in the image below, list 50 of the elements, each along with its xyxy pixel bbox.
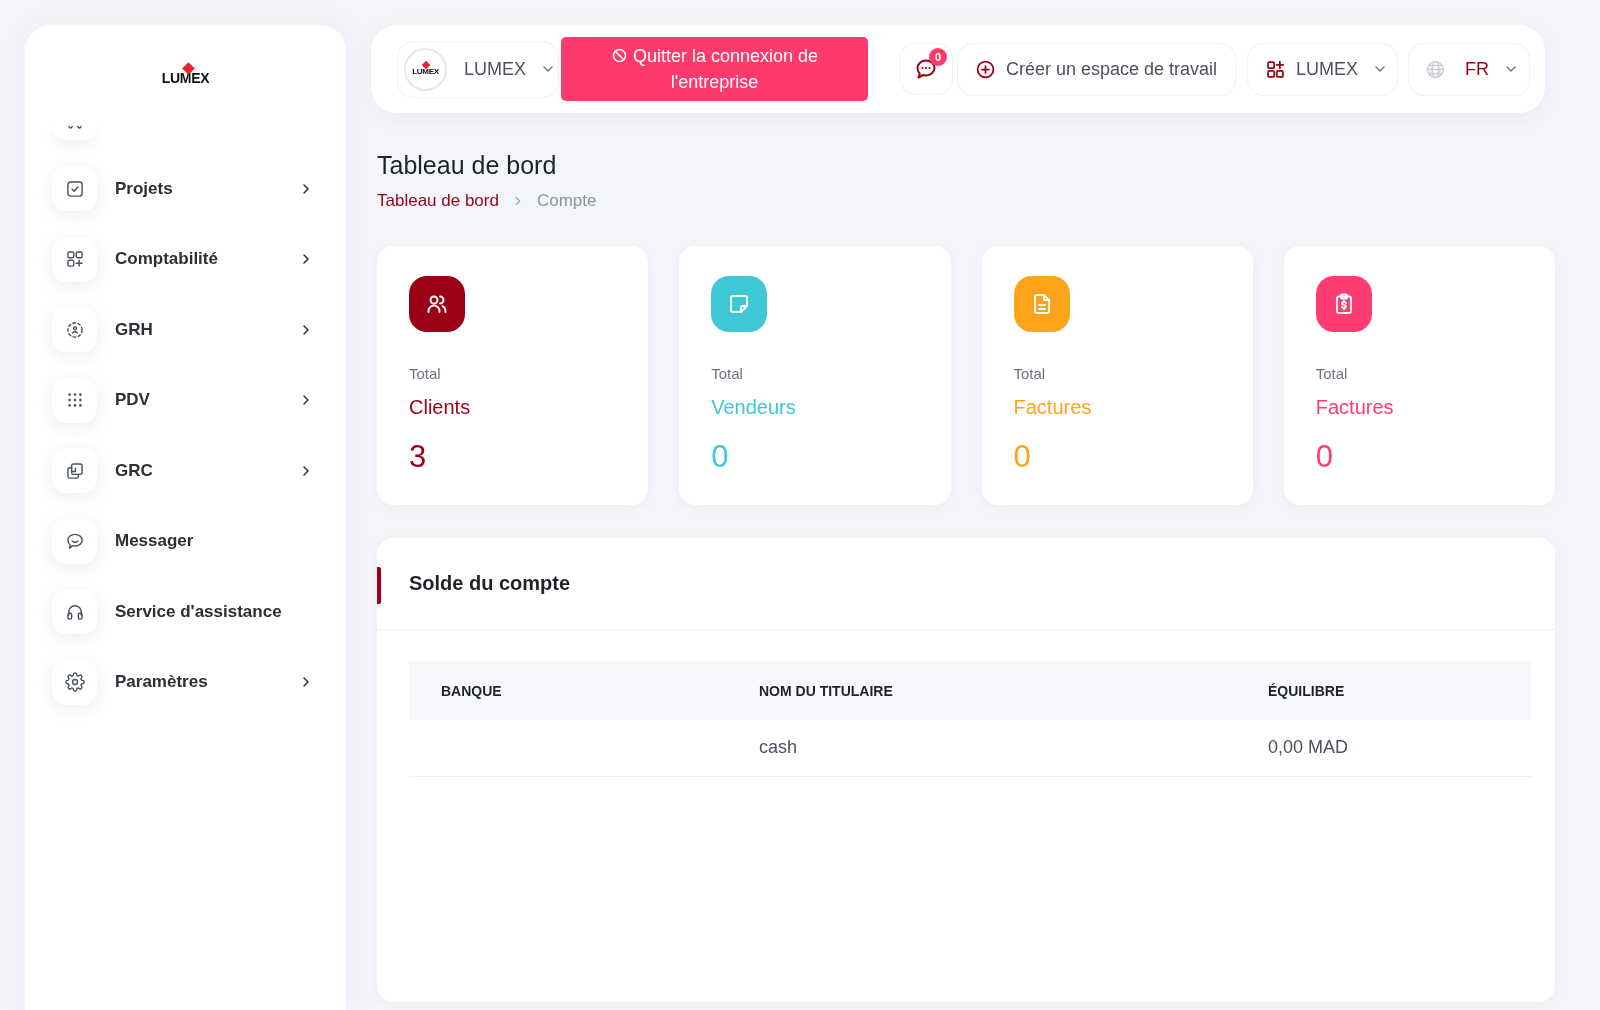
plus-circle-icon <box>975 58 996 80</box>
sidebar-menu-item[interactable]: Projets <box>52 166 314 211</box>
count-badge: 0 <box>929 48 947 66</box>
sidebar-menu-item[interactable]: GRC <box>52 448 314 493</box>
breadcrumb-current: Compte <box>536 190 597 212</box>
grid-plus-icon <box>1265 58 1286 80</box>
table-cell: 0,00 MAD <box>1268 737 1349 758</box>
card-label: Factures <box>1315 395 1394 420</box>
lumex-logo: LUMEX <box>161 65 210 85</box>
card-label: Clients <box>409 395 471 420</box>
table-cell: cash <box>759 737 798 758</box>
create-workspace-button[interactable]: Créer un espace de travail <box>957 42 1236 96</box>
card-value: 0 <box>711 438 729 476</box>
card-caption: Total <box>1013 364 1046 384</box>
sidebar-menu-item[interactable]: PDV <box>52 377 314 423</box>
card-caption: Total <box>1315 364 1348 384</box>
card-caption: Total <box>711 364 743 384</box>
panel-title: Solde du compte <box>409 572 571 595</box>
settings-icon <box>52 659 97 705</box>
user-focus-icon <box>52 307 97 352</box>
card-value: 0 <box>1315 438 1333 476</box>
workspace-selector[interactable]: LUMEX <box>1247 42 1398 96</box>
dots-grid-icon <box>52 377 97 423</box>
company-selector[interactable]: LUMEX LUMEX <box>397 40 559 98</box>
card-value: 3 <box>409 438 427 476</box>
column-header: BANQUE <box>441 682 502 699</box>
chat-bubble-icon <box>52 518 97 564</box>
sidebar-menu-item[interactable]: Service d'assistance <box>52 589 314 634</box>
sidebar-menu-item[interactable]: GRH <box>52 307 314 352</box>
sidebar-menu-item[interactable]: Messager <box>52 518 314 564</box>
copy-icon <box>52 448 97 493</box>
column-header: ÉQUILIBRE <box>1268 682 1345 699</box>
sidebar-menu-item[interactable]: Paramètres <box>52 659 314 705</box>
messages-button[interactable]: 0 <box>899 43 953 95</box>
language-selector[interactable]: FR <box>1408 42 1530 96</box>
card-label: Factures <box>1013 395 1092 420</box>
page-title: Tableau de bord <box>377 150 557 180</box>
card-label: Vendeurs <box>711 395 796 420</box>
column-header: NOM DU TITULAIRE <box>759 682 893 699</box>
card-caption: Total <box>409 364 441 384</box>
checkbox-icon <box>52 166 97 211</box>
exit-company-button[interactable]: Quitter la connexion de l'entreprise <box>561 37 868 101</box>
headphones-icon <box>52 589 97 634</box>
grid-plus-icon <box>52 236 97 282</box>
sidebar-menu-item[interactable]: Comptabilité <box>52 236 314 282</box>
card-value: 0 <box>1013 438 1031 476</box>
ban-icon <box>610 47 628 64</box>
company-logo: LUMEX <box>404 47 447 91</box>
breadcrumb-link[interactable]: Tableau de bord <box>377 190 499 212</box>
globe-icon <box>1425 58 1446 80</box>
